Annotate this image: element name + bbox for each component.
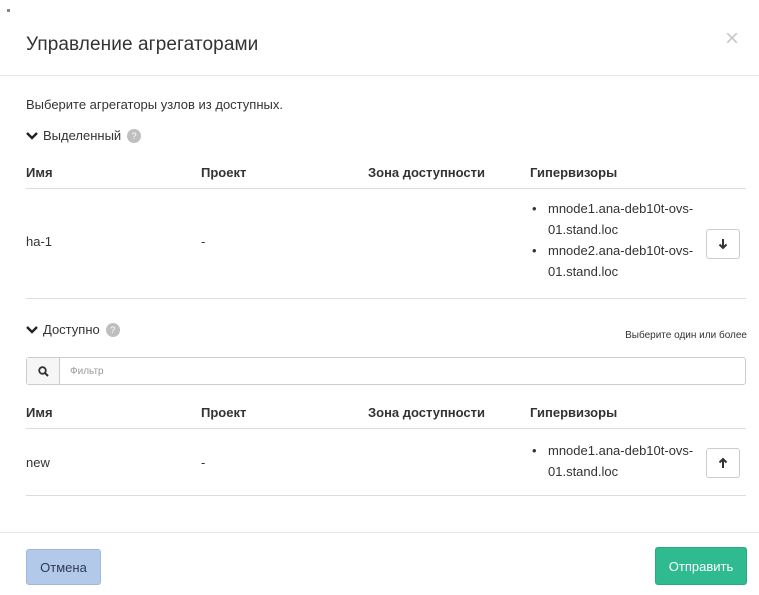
- submit-button[interactable]: Отправить: [655, 547, 747, 585]
- deallocate-button[interactable]: [706, 229, 740, 259]
- filter-box: [26, 357, 746, 385]
- list-item: mnode1.ana-deb10t-ovs-01.stand.loc: [530, 198, 705, 240]
- selected-section-label: Выделенный: [43, 128, 122, 143]
- column-project: Проект: [201, 405, 247, 420]
- allocate-button[interactable]: [706, 448, 740, 478]
- dialog-footer: [0, 532, 759, 595]
- help-icon[interactable]: ?: [127, 128, 142, 143]
- close-icon[interactable]: ×: [721, 27, 743, 51]
- aggregates-dialog: Управление агрегаторами × Выберите агрег…: [0, 0, 759, 595]
- column-zone: Зона доступности: [368, 165, 486, 180]
- column-hypervisors: Гипервизоры: [530, 165, 618, 180]
- available-section-toggle[interactable]: Доступно ?: [26, 322, 120, 337]
- row-name: ha-1: [26, 234, 53, 249]
- chevron-down-icon: [26, 325, 38, 334]
- hypervisor-list: mnode1.ana-deb10t-ovs-01.stand.loc mnode…: [530, 198, 705, 282]
- selected-section-toggle[interactable]: Выделенный ?: [26, 128, 142, 143]
- column-hypervisors: Гипервизоры: [530, 405, 618, 420]
- table-row: ha-1 - mnode1.ana-deb10t-ovs-01.stand.lo…: [26, 189, 746, 299]
- selection-hint: Выберите один или более: [625, 330, 747, 341]
- row-project: -: [201, 234, 206, 249]
- cancel-button[interactable]: Отмена: [26, 549, 101, 585]
- search-icon: [27, 358, 60, 384]
- dialog-intro: Выберите агрегаторы узлов из доступных.: [26, 97, 283, 112]
- column-zone: Зона доступности: [368, 405, 486, 420]
- table-header: Имя Проект Зона доступности Гипервизоры: [26, 153, 746, 189]
- dialog-header: Управление агрегаторами ×: [0, 0, 759, 76]
- available-section-label: Доступно: [43, 322, 100, 337]
- available-table: Имя Проект Зона доступности Гипервизоры …: [26, 393, 746, 496]
- column-name: Имя: [26, 405, 53, 420]
- row-project: -: [201, 455, 206, 470]
- table-header: Имя Проект Зона доступности Гипервизоры: [26, 393, 746, 429]
- help-icon[interactable]: ?: [105, 322, 120, 337]
- arrow-up-icon: [718, 457, 728, 468]
- column-project: Проект: [201, 165, 247, 180]
- table-row: new - mnode1.ana-deb10t-ovs-01.stand.loc: [26, 429, 746, 496]
- column-name: Имя: [26, 165, 53, 180]
- filter-input[interactable]: [61, 358, 745, 384]
- list-item: mnode1.ana-deb10t-ovs-01.stand.loc: [530, 440, 705, 482]
- hypervisor-list: mnode1.ana-deb10t-ovs-01.stand.loc: [530, 440, 705, 482]
- chevron-down-icon: [26, 131, 38, 140]
- selected-table: Имя Проект Зона доступности Гипервизоры …: [26, 153, 746, 299]
- list-item: mnode2.ana-deb10t-ovs-01.stand.loc: [530, 240, 705, 282]
- arrow-down-icon: [718, 239, 728, 250]
- dialog-title: Управление агрегаторами: [26, 34, 259, 55]
- row-name: new: [26, 455, 50, 470]
